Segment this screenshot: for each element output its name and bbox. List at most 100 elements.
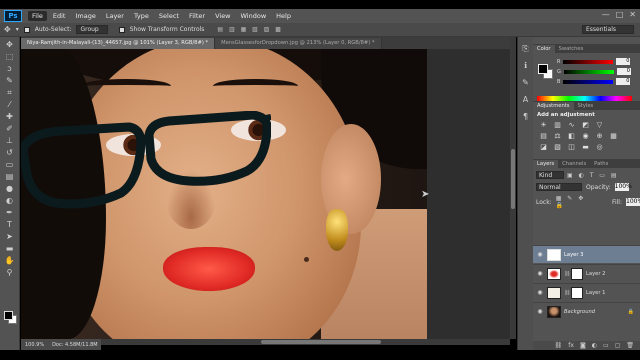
- tool-preset-picker[interactable]: ▾: [16, 26, 19, 33]
- marquee-icon[interactable]: ⬚: [4, 52, 16, 61]
- brush-panel-icon[interactable]: ✎: [520, 77, 531, 88]
- trash-icon[interactable]: 🗑: [626, 342, 634, 349]
- properties-panel-icon[interactable]: ℹ: [520, 60, 531, 71]
- layer-name[interactable]: Layer 1: [586, 290, 605, 296]
- layer-mask-thumbnail[interactable]: [571, 267, 583, 280]
- menu-file[interactable]: File: [28, 11, 47, 21]
- eyedropper-icon[interactable]: ⁄: [4, 100, 16, 109]
- maximize-button[interactable]: □: [616, 10, 624, 19]
- threshold-icon[interactable]: ◫: [567, 143, 576, 151]
- exposure-icon[interactable]: ◩: [581, 121, 590, 129]
- horizontal-scrollbar[interactable]: [101, 339, 510, 345]
- red-slider[interactable]: [563, 59, 614, 64]
- close-button[interactable]: ✕: [629, 10, 636, 19]
- gradient-map-icon[interactable]: ▬: [581, 143, 590, 151]
- menu-image[interactable]: Image: [71, 11, 99, 21]
- photo-filter-icon[interactable]: ◉: [581, 132, 590, 140]
- vertical-scrollbar[interactable]: [510, 37, 516, 339]
- auto-select-checkbox[interactable]: [23, 26, 30, 33]
- layer-name[interactable]: Layer 2: [586, 271, 605, 277]
- brush-icon[interactable]: ✐: [4, 124, 16, 133]
- layer-filter-dropdown[interactable]: Kind: [536, 171, 564, 179]
- menu-help[interactable]: Help: [272, 11, 295, 21]
- filter-icons[interactable]: ▣ ◐ T ▭ ▤: [567, 172, 619, 179]
- red-value[interactable]: 0: [616, 58, 631, 65]
- vibrance-icon[interactable]: ▽: [595, 121, 604, 129]
- eraser-icon[interactable]: ▭: [4, 160, 16, 169]
- menu-layer[interactable]: Layer: [102, 11, 128, 21]
- new-layer-icon[interactable]: ▢: [615, 342, 621, 349]
- quick-select-icon[interactable]: ✎: [4, 76, 16, 85]
- curves-icon[interactable]: ∿: [567, 121, 576, 129]
- menu-window[interactable]: Window: [237, 11, 271, 21]
- photo-canvas[interactable]: [21, 49, 427, 339]
- menu-view[interactable]: View: [211, 11, 234, 21]
- adjustment-layer-icon[interactable]: ◐: [592, 342, 597, 349]
- opacity-field[interactable]: 100%: [614, 183, 632, 191]
- posterize-icon[interactable]: ▧: [553, 143, 562, 151]
- shape-icon[interactable]: ▬: [4, 244, 16, 253]
- blur-icon[interactable]: ●: [4, 184, 16, 193]
- foreground-color-swatch[interactable]: [4, 311, 13, 320]
- tab-document-2[interactable]: MensGlassesforDropdown.jpg @ 213% (Layer…: [215, 38, 382, 49]
- pen-icon[interactable]: ✒: [4, 208, 16, 217]
- history-brush-icon[interactable]: ↺: [4, 148, 16, 157]
- fill-field[interactable]: 100%: [626, 198, 640, 206]
- levels-icon[interactable]: ▥: [553, 121, 562, 129]
- channel-mixer-icon[interactable]: ⊕: [595, 132, 604, 140]
- align-icons[interactable]: ▤ ▥ ▦ ▧ ▨ ▩: [217, 26, 283, 33]
- clone-stamp-icon[interactable]: ⊥: [4, 136, 16, 145]
- auto-select-dropdown[interactable]: Group: [76, 25, 108, 34]
- history-panel-icon[interactable]: ⎘: [520, 43, 531, 54]
- healing-brush-icon[interactable]: ✚: [4, 112, 16, 121]
- tab-styles[interactable]: Styles: [574, 102, 598, 110]
- visibility-eye-icon[interactable]: ◉: [536, 251, 544, 258]
- zoom-icon[interactable]: ⚲: [4, 268, 16, 277]
- visibility-eye-icon[interactable]: ◉: [536, 308, 544, 315]
- character-panel-icon[interactable]: A: [520, 94, 531, 105]
- gradient-icon[interactable]: ▤: [4, 172, 16, 181]
- menu-select[interactable]: Select: [155, 11, 183, 21]
- green-slider[interactable]: [563, 69, 614, 74]
- blue-value[interactable]: 0: [616, 78, 631, 85]
- tab-paths[interactable]: Paths: [590, 160, 612, 168]
- zoom-level[interactable]: 100.9%: [25, 342, 44, 348]
- black-white-icon[interactable]: ◧: [567, 132, 576, 140]
- menu-type[interactable]: Type: [130, 11, 153, 21]
- lock-icons[interactable]: ▦ ✎ ✥ 🔒: [556, 195, 598, 209]
- fx-icon[interactable]: fx: [568, 342, 574, 349]
- layer-row-background[interactable]: ◉ Background 🔒: [533, 302, 640, 320]
- hand-icon[interactable]: ✋: [4, 256, 16, 265]
- green-value[interactable]: 0: [616, 68, 631, 75]
- blend-mode-dropdown[interactable]: Normal: [536, 183, 582, 191]
- layer-name[interactable]: Layer 3: [564, 252, 583, 258]
- minimize-button[interactable]: —: [602, 10, 610, 19]
- menu-filter[interactable]: Filter: [185, 11, 209, 21]
- brightness-icon[interactable]: ☀: [539, 121, 548, 129]
- foreground-color-swatch[interactable]: [538, 64, 548, 74]
- visibility-eye-icon[interactable]: ◉: [536, 270, 544, 277]
- new-group-icon[interactable]: ▭: [603, 342, 609, 349]
- tab-color[interactable]: Color: [533, 45, 555, 53]
- transform-controls-checkbox[interactable]: [118, 26, 125, 33]
- dodge-icon[interactable]: ◐: [4, 196, 16, 205]
- layer-row-layer-1[interactable]: ◉ ⛓ Layer 1: [533, 283, 640, 301]
- horizontal-scroll-thumb[interactable]: [261, 340, 381, 344]
- move-icon[interactable]: ✥: [4, 40, 16, 49]
- blue-slider[interactable]: [563, 79, 614, 84]
- layer-row-layer-2[interactable]: ◉ ⛓ Layer 2: [533, 264, 640, 282]
- invert-icon[interactable]: ◪: [539, 143, 548, 151]
- hue-saturation-icon[interactable]: ▤: [539, 132, 548, 140]
- color-lookup-icon[interactable]: ▦: [609, 132, 618, 140]
- lasso-icon[interactable]: ↄ: [4, 64, 16, 73]
- paragraph-panel-icon[interactable]: ¶: [520, 111, 531, 122]
- tab-document-1[interactable]: Niya-Ramjith-in-Malayali-(13)_44657.jpg …: [21, 38, 216, 49]
- vertical-scroll-thumb[interactable]: [511, 149, 515, 209]
- path-select-icon[interactable]: ➤: [4, 232, 16, 241]
- menu-edit[interactable]: Edit: [49, 11, 70, 21]
- color-balance-icon[interactable]: ⚖: [553, 132, 562, 140]
- move-tool-icon[interactable]: ✥: [4, 25, 11, 34]
- layer-mask-thumbnail[interactable]: [571, 286, 583, 299]
- link-layers-icon[interactable]: ⛓: [555, 342, 563, 349]
- crop-icon[interactable]: ⌗: [4, 88, 16, 97]
